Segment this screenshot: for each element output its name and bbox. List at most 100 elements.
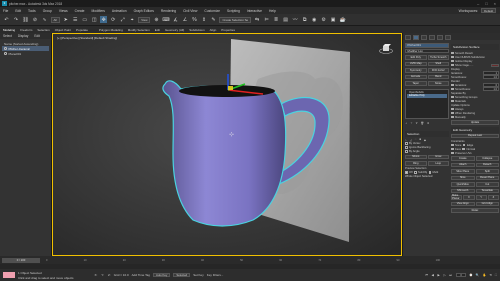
orbit-icon[interactable]: ⟲ [489, 273, 492, 277]
motion-tab-icon[interactable] [429, 35, 435, 40]
constraint-normal-radio[interactable] [462, 147, 465, 151]
menu-rendering[interactable]: Rendering [161, 9, 176, 13]
viewcube-icon[interactable] [379, 42, 393, 54]
make-planar-button[interactable]: Make Planar [451, 194, 463, 200]
angle-snap-icon[interactable]: ∠ [181, 16, 188, 23]
loop-button[interactable]: Loop [427, 161, 449, 166]
ribbon-properties[interactable]: Properties [221, 28, 235, 32]
selected-dropdown[interactable]: Selected [173, 272, 191, 278]
menu-modifiers[interactable]: Modifiers [92, 9, 105, 13]
preview-off-radio[interactable] [405, 171, 408, 174]
menu-help[interactable]: Help [269, 9, 276, 13]
z-button[interactable]: Z [487, 195, 499, 200]
percent-snap-icon[interactable]: % [191, 16, 198, 23]
ribbon-tab-populate[interactable]: Populate [76, 28, 88, 32]
perspective-viewport[interactable]: [+] [Perspective] [Standard] [Default Sh… [52, 33, 402, 256]
configure-sets-icon[interactable]: ⚙ [427, 121, 429, 125]
scene-tab-edit[interactable]: Edit [34, 34, 40, 38]
menu-file[interactable]: File [3, 9, 8, 13]
select-object-icon[interactable]: ➤ [62, 16, 69, 23]
schematic-view-icon[interactable]: ⧉ [301, 16, 308, 23]
vertex-mode-icon[interactable]: ∴ [405, 138, 407, 142]
menu-graph-editors[interactable]: Graph Editors [134, 9, 154, 13]
pin-stack-icon[interactable]: ⊥ [405, 121, 407, 125]
scene-tab-display[interactable]: Display [18, 34, 28, 38]
maximize-viewport-icon[interactable]: ⛶ [495, 273, 497, 277]
modifier-stack-item[interactable]: Editable Poly [407, 94, 447, 98]
quickslice-button[interactable]: QuickSlice [451, 182, 475, 187]
menu-scripting[interactable]: Scripting [227, 9, 240, 13]
modifier-button[interactable]: Shell [427, 61, 449, 66]
select-and-place-icon[interactable]: ⌖ [129, 16, 136, 23]
utilities-tab-icon[interactable] [445, 35, 451, 40]
constraint-edge-radio[interactable] [462, 143, 466, 147]
subdivision-rollout-header[interactable]: Subdivision Surface [451, 44, 499, 50]
modifier-button[interactable]: Extrude [405, 74, 427, 79]
iterations-spinner[interactable]: 1 [483, 71, 499, 75]
ribbon-edit[interactable]: Edit [155, 28, 160, 32]
render-iterations-spinner[interactable]: 0 [483, 83, 499, 87]
preview-multi-radio[interactable] [428, 171, 432, 174]
hierarchy-tab-icon[interactable] [421, 35, 427, 40]
reset-plane-button[interactable]: Reset Plane [475, 175, 499, 180]
ribbon-polygon-modeling[interactable]: Polygon Modeling [99, 28, 123, 32]
menu-civil-view[interactable]: Civil View [183, 9, 197, 13]
next-frame-icon[interactable]: ▷ [442, 273, 447, 278]
x-coordinate-label[interactable]: X: [95, 273, 98, 277]
smoothness-spinner[interactable]: 1.0 [483, 75, 499, 79]
modifier-list-dropdown[interactable]: Modifier List [405, 48, 449, 53]
shrink-button[interactable]: Shrink [405, 154, 427, 159]
x-button[interactable]: X [463, 195, 475, 200]
selection-rollout-header[interactable]: Selection [405, 130, 449, 137]
visibility-eye-icon[interactable] [4, 52, 7, 55]
select-and-scale-icon[interactable]: ⤢ [119, 16, 126, 23]
maximize-icon[interactable]: □ [485, 1, 487, 6]
split-button[interactable]: Split [475, 169, 499, 174]
preview-subobj-radio[interactable] [414, 171, 417, 174]
rendered-frame-window-icon[interactable]: ▣ [330, 16, 337, 23]
mirror-icon[interactable]: ⇆ [254, 16, 261, 23]
grid-align-button[interactable]: Grid Align [475, 201, 499, 206]
key-filters-button[interactable]: Key Filters... [207, 273, 224, 277]
ribbon-align[interactable]: Align [210, 28, 217, 32]
ribbon-tab-freeform[interactable]: Freeform [20, 28, 32, 32]
window-crossing-icon[interactable]: ◫ [91, 16, 98, 23]
edge-mode-icon[interactable]: ◿ [410, 138, 412, 142]
border-mode-icon[interactable]: ◌ [415, 138, 417, 141]
add-time-tag-button[interactable]: Add Time Tag [132, 273, 150, 277]
modifier-button[interactable]: Bend [427, 74, 449, 79]
grow-button[interactable]: Grow [427, 154, 449, 159]
app-logo-icon[interactable]: 3 [2, 1, 7, 6]
update-button[interactable]: Update [451, 120, 499, 125]
modifier-button[interactable]: FFD 2x2x2 [427, 68, 449, 73]
snaps-toggle-icon[interactable]: ∡ [172, 16, 179, 23]
menu-animation[interactable]: Animation [112, 9, 127, 13]
make-unique-icon[interactable]: ∀ [416, 121, 418, 125]
named-selection-dropdown[interactable]: Create Selection Se [219, 16, 252, 23]
time-slider[interactable]: 0 / 100 0 10 20 30 40 50 60 70 80 90 100 [0, 256, 500, 264]
menu-interactive[interactable]: Interactive [247, 9, 262, 13]
ribbon-modify-selection[interactable]: Modify Selection [128, 28, 150, 32]
render-production-icon[interactable]: ☕ [339, 16, 346, 23]
undo-icon[interactable]: ↶ [3, 16, 10, 23]
menu-create[interactable]: Create [75, 9, 85, 13]
select-and-rotate-icon[interactable]: ⟳ [110, 16, 117, 23]
menu-edit[interactable]: Edit [15, 9, 21, 13]
modifier-button[interactable]: Noise [427, 81, 449, 86]
slice-button[interactable]: Slice [451, 175, 475, 180]
ribbon-tab-modeling[interactable]: Modeling [3, 28, 15, 32]
remove-modifier-icon[interactable]: 🗑 [421, 121, 424, 125]
pan-icon[interactable]: ✋ [483, 273, 487, 277]
bind-spacewarp-icon[interactable]: ∿ [41, 16, 48, 23]
menu-customize[interactable]: Customize [204, 9, 220, 13]
scene-tree-item[interactable]: Plane001 [2, 51, 49, 56]
repeat-last-button[interactable]: Repeat Last [451, 133, 499, 138]
create-tab-icon[interactable] [405, 35, 411, 40]
collapse-button[interactable]: Collapse [475, 156, 499, 161]
render-setup-icon[interactable]: ⚙ [320, 16, 327, 23]
time-slider-handle[interactable]: 0 / 100 [2, 257, 40, 263]
link-icon[interactable]: ⛓ [22, 16, 29, 23]
modifier-button[interactable]: Taper [405, 81, 427, 86]
minimize-icon[interactable]: – [477, 1, 479, 6]
select-by-name-icon[interactable]: ☰ [72, 16, 79, 23]
